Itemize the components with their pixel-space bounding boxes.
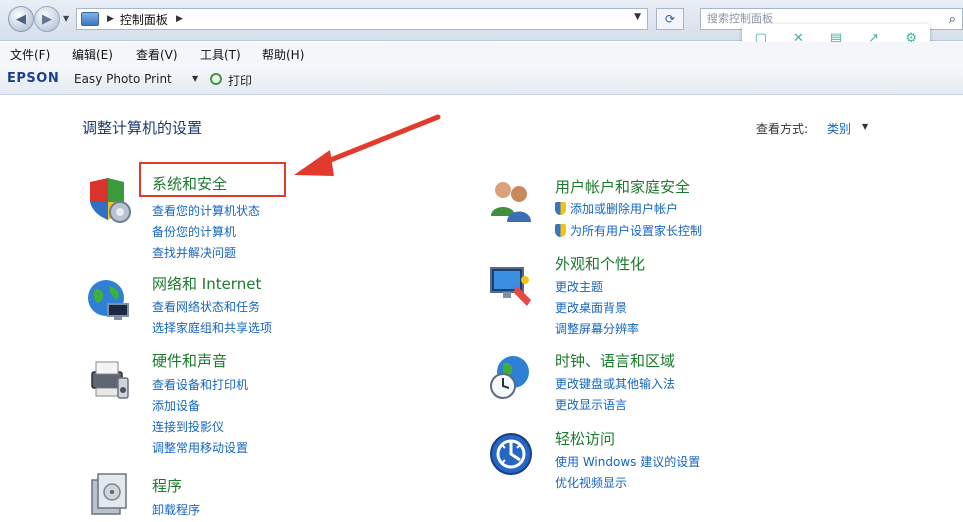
annotation-arrow-icon — [294, 114, 441, 176]
